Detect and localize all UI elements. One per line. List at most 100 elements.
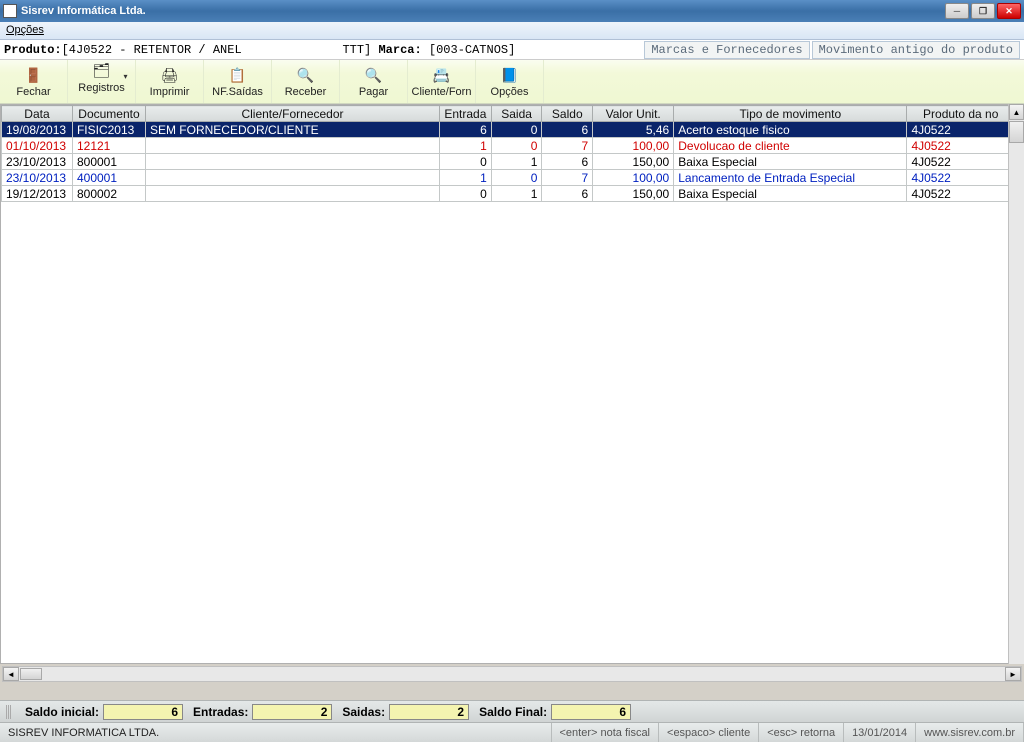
cell-prod: 4J0522 — [907, 170, 1015, 186]
cell-sai: 0 — [491, 170, 542, 186]
column-header[interactable]: Entrada — [440, 106, 492, 122]
cell-sal: 7 — [542, 138, 593, 154]
scroll-thumb-h[interactable] — [20, 668, 42, 680]
column-header[interactable]: Cliente/Fornecedor — [145, 106, 439, 122]
cell-sai: 1 — [491, 154, 542, 170]
cell-ent: 6 — [440, 122, 492, 138]
table-row[interactable]: 23/10/2013800001016150,00Baixa Especial4… — [2, 154, 1015, 170]
cell-cli — [145, 186, 439, 202]
tab-marcas-fornecedores[interactable]: Marcas e Fornecedores — [644, 41, 809, 59]
cell-sai: 1 — [491, 186, 542, 202]
scroll-right-icon[interactable]: ► — [1005, 667, 1021, 681]
cell-prod: 4J0522 — [907, 138, 1015, 154]
toolbar-nfsadas[interactable]: 📋NF.Saídas — [204, 60, 272, 103]
minimize-button[interactable]: ─ — [945, 3, 969, 19]
title-bar: Sisrev Informática Ltda. ─ ❐ ✕ — [0, 0, 1024, 22]
toolbar-icon: 🖨 — [160, 65, 180, 85]
summary-bar: Saldo inicial: 6 Entradas: 2 Saidas: 2 S… — [0, 700, 1024, 722]
cell-doc: 12121 — [72, 138, 145, 154]
marca-value: [003-CATNOS] — [429, 43, 515, 57]
status-date: 13/01/2014 — [844, 723, 916, 742]
table-row[interactable]: 19/08/2013FISIC2013SEM FORNECEDOR/CLIENT… — [2, 122, 1015, 138]
saldo-inicial-label: Saldo inicial: — [25, 705, 99, 719]
cell-tipo: Acerto estoque fisico — [674, 122, 907, 138]
cell-cli — [145, 138, 439, 154]
toolbar-label: Pagar — [359, 86, 388, 98]
cell-data: 19/12/2013 — [2, 186, 73, 202]
toolbar-label: Fechar — [16, 86, 50, 98]
cell-sal: 6 — [542, 186, 593, 202]
status-company: SISREV INFORMATICA LTDA. — [0, 723, 552, 742]
toolbar-clienteforn[interactable]: 📇Cliente/Forn — [408, 60, 476, 103]
cell-ent: 0 — [440, 186, 492, 202]
cell-cli: SEM FORNECEDOR/CLIENTE — [145, 122, 439, 138]
cell-sal: 6 — [542, 122, 593, 138]
cell-doc: FISIC2013 — [72, 122, 145, 138]
menu-opcoes[interactable]: Opções — [6, 24, 44, 36]
cell-sai: 0 — [491, 138, 542, 154]
toolbar-icon: 📋 — [228, 65, 248, 85]
window-title: Sisrev Informática Ltda. — [21, 5, 146, 17]
cell-ent: 1 — [440, 170, 492, 186]
cell-tipo: Lancamento de Entrada Especial — [674, 170, 907, 186]
scroll-thumb[interactable] — [1009, 121, 1024, 143]
horizontal-scrollbar[interactable]: ◄ ► — [2, 666, 1022, 682]
toolbar-icon: 📇 — [432, 65, 452, 85]
cell-val: 100,00 — [593, 138, 674, 154]
column-header[interactable]: Saida — [491, 106, 542, 122]
column-header[interactable]: Valor Unit. — [593, 106, 674, 122]
column-header[interactable]: Tipo de movimento — [674, 106, 907, 122]
status-hint-enter: <enter> nota fiscal — [552, 723, 660, 742]
column-header[interactable]: Data — [2, 106, 73, 122]
cell-tipo: Devolucao de cliente — [674, 138, 907, 154]
cell-prod: 4J0522 — [907, 186, 1015, 202]
scroll-up-icon[interactable]: ▲ — [1009, 104, 1024, 120]
cell-data: 23/10/2013 — [2, 154, 73, 170]
maximize-button[interactable]: ❐ — [971, 3, 995, 19]
cell-val: 5,46 — [593, 122, 674, 138]
toolbar-registros[interactable]: 🗂Registros — [68, 60, 136, 103]
column-header[interactable]: Saldo — [542, 106, 593, 122]
cell-tipo: Baixa Especial — [674, 186, 907, 202]
close-button[interactable]: ✕ — [997, 3, 1021, 19]
table-row[interactable]: 19/12/2013800002016150,00Baixa Especial4… — [2, 186, 1015, 202]
toolbar-opes[interactable]: 📘Opções — [476, 60, 544, 103]
entradas-value: 2 — [252, 704, 332, 720]
table-row[interactable]: 23/10/2013400001107100,00Lancamento de E… — [2, 170, 1015, 186]
toolbar-pagar[interactable]: 🔍Pagar — [340, 60, 408, 103]
saidas-label: Saidas: — [342, 705, 385, 719]
column-header[interactable]: Documento — [72, 106, 145, 122]
cell-prod: 4J0522 — [907, 154, 1015, 170]
tab-movimento-antigo[interactable]: Movimento antigo do produto — [812, 41, 1020, 59]
menu-bar: Opções — [0, 22, 1024, 40]
toolbar-label: Imprimir — [150, 86, 190, 98]
cell-prod: 4J0522 — [907, 122, 1015, 138]
toolbar-icon: 📘 — [500, 65, 520, 85]
cell-cli — [145, 170, 439, 186]
toolbar-fechar[interactable]: 🚪Fechar — [0, 60, 68, 103]
toolbar-label: Opções — [491, 86, 529, 98]
toolbar-imprimir[interactable]: 🖨Imprimir — [136, 60, 204, 103]
scroll-left-icon[interactable]: ◄ — [3, 667, 19, 681]
toolbar-icon: 🔍 — [364, 65, 384, 85]
saidas-value: 2 — [389, 704, 469, 720]
cell-doc: 800001 — [72, 154, 145, 170]
cell-val: 150,00 — [593, 186, 674, 202]
vertical-scrollbar[interactable]: ▲ — [1008, 104, 1024, 664]
toolbar-label: Registros — [78, 82, 124, 94]
saldo-final-label: Saldo Final: — [479, 705, 547, 719]
cell-data: 01/10/2013 — [2, 138, 73, 154]
data-grid[interactable]: DataDocumentoCliente/FornecedorEntradaSa… — [0, 104, 1024, 664]
cell-val: 100,00 — [593, 170, 674, 186]
table-row[interactable]: 01/10/201312121107100,00Devolucao de cli… — [2, 138, 1015, 154]
cell-doc: 400001 — [72, 170, 145, 186]
cell-tipo: Baixa Especial — [674, 154, 907, 170]
saldo-final-value: 6 — [551, 704, 631, 720]
column-header[interactable]: Produto da no — [907, 106, 1015, 122]
toolbar-label: NF.Saídas — [212, 86, 263, 98]
toolbar-receber[interactable]: 🔍Receber — [272, 60, 340, 103]
saldo-inicial-value: 6 — [103, 704, 183, 720]
cell-cli — [145, 154, 439, 170]
marca-label: Marca: — [378, 43, 421, 57]
status-bar: SISREV INFORMATICA LTDA. <enter> nota fi… — [0, 722, 1024, 742]
